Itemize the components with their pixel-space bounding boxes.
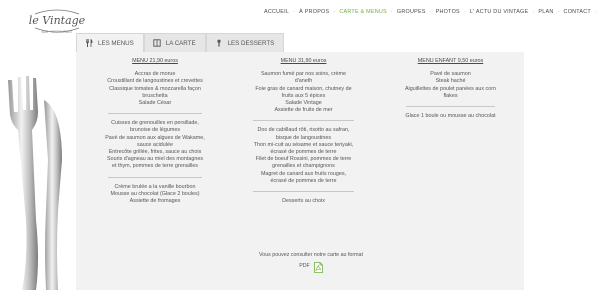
menu-item: sauce acidulée bbox=[137, 141, 173, 148]
nav-separator: · bbox=[390, 9, 393, 15]
menu-item: écrasé de pommes de terre bbox=[270, 177, 337, 184]
tab-les-menus[interactable]: LES MENUS bbox=[76, 33, 144, 52]
menu-item: bisque de langoustines bbox=[275, 134, 332, 141]
menu-item: Thon mi-cuit au sésame et sauce teriyaki… bbox=[253, 141, 354, 148]
menu-divider bbox=[108, 113, 202, 115]
menu-item: Pavé de saumon aux algues de Wakame, bbox=[105, 134, 205, 141]
book-icon bbox=[153, 39, 161, 47]
menu-item: Dos de cabillaud rôti, risotto au safran… bbox=[257, 127, 350, 134]
menu-item: Assiette de fruits de mer bbox=[274, 107, 333, 114]
menu-item: bruschetta bbox=[142, 92, 168, 99]
menu-item: d'aneth bbox=[294, 78, 313, 85]
pdf-note: Vous pouvez consulter notre carte au for… bbox=[256, 252, 366, 273]
menu-title: MENU 21,90 euros bbox=[132, 58, 178, 64]
cutlery-icon bbox=[86, 39, 93, 47]
menu-divider bbox=[108, 176, 202, 178]
pdf-icon[interactable] bbox=[313, 261, 323, 273]
menu-item: flakes bbox=[443, 92, 458, 99]
nav-item-photos[interactable]: PHOTOS bbox=[436, 9, 460, 15]
menu-item: Cuisses de grenouilles en persillade, bbox=[111, 120, 199, 127]
menus-panel: MENU 21,90 euros Accras de morue Croustill… bbox=[76, 52, 524, 290]
menu-item: Magret de canard aux fruits rouges, bbox=[260, 170, 347, 177]
menu-item: fruits aux 5 épices bbox=[281, 92, 326, 99]
menu-item: Salade Vintage bbox=[285, 100, 322, 107]
tab-label: LA CARTE bbox=[165, 39, 196, 47]
menu-column-21-90: MENU 21,90 euros Accras de morue Croustill… bbox=[88, 58, 222, 205]
tab-label: LES MENUS bbox=[98, 39, 134, 47]
menu-column-enfant: MENU ENFANT 9,50 euros Pavé de saumon Stea… bbox=[387, 58, 514, 120]
nav-separator: · bbox=[463, 9, 466, 15]
menu-item: Souris d'agneau au miel des montagnes bbox=[106, 156, 204, 163]
menu-item: Classique tomates & mozzarella façon bbox=[109, 85, 201, 92]
menu-item: brunoise de légumes bbox=[129, 127, 181, 134]
pdf-note-text: Vous pouvez consulter notre carte au for… bbox=[259, 252, 363, 258]
tab-label: LES DESSERTS bbox=[227, 39, 275, 47]
menu-item: Glace 1 boule ou mousse au chocolat bbox=[405, 113, 496, 120]
tab-la-carte[interactable]: LA CARTE bbox=[143, 33, 206, 52]
menu-item: Desserts au choix bbox=[282, 198, 325, 205]
menu-divider bbox=[252, 191, 355, 193]
nav-separator: · bbox=[429, 9, 432, 15]
menu-column-31-90: MENU 31,90 euros Saumon fumé par nos soin… bbox=[231, 58, 376, 205]
menu-divider bbox=[406, 106, 495, 108]
menu-item: Assiette de fromages bbox=[129, 198, 181, 205]
menu-item: Croustillant de langoustines et crevette… bbox=[107, 78, 203, 85]
menu-title: MENU 31,90 euros bbox=[280, 58, 327, 64]
menu-item: Salade César bbox=[138, 100, 172, 107]
menu-item: Aiguillettes de poulet panées aux corn bbox=[404, 85, 497, 92]
menu-item: Mousse au chocolat (Glace 2 boules) bbox=[110, 190, 200, 197]
menu-item: Accras de morue bbox=[134, 71, 176, 78]
cutlery-image bbox=[8, 76, 62, 290]
menu-item: Crème brulée a la vanille bourbon bbox=[114, 183, 196, 190]
nav-separator: · bbox=[333, 9, 336, 15]
menu-item: Foie gras de canard maison, chutney de bbox=[255, 85, 352, 92]
nav-item-accueil[interactable]: ACCUEIL bbox=[264, 9, 289, 15]
nav-item-groupes[interactable]: GROUPES bbox=[397, 9, 426, 15]
menu-item: Steak haché bbox=[435, 78, 466, 85]
menu-item: Filet de boeuf Rossini, pommes de terre bbox=[255, 156, 352, 163]
main-nav: ACCUEIL · À PROPOS · CARTE & MENUS · GROUPES · P… bbox=[264, 9, 600, 15]
pdf-label: PDF bbox=[299, 263, 310, 270]
menu-title: MENU ENFANT 9,50 euros bbox=[417, 58, 484, 64]
nav-separator: · bbox=[532, 9, 535, 15]
nav-item-l-actu-du-vintage[interactable]: L' ACTU DU VINTAGE bbox=[470, 9, 528, 15]
dessert-icon bbox=[216, 39, 221, 47]
menu-item: Pavé de saumon bbox=[430, 71, 471, 78]
menu-tabs: LES MENUS LA CARTE LES DESSERTS bbox=[76, 33, 285, 52]
nav-item-contact[interactable]: CONTACT bbox=[564, 9, 591, 15]
menu-item: grenailles et champignons bbox=[272, 163, 335, 170]
menu-item: et thym, pommes de terre grenailles bbox=[112, 163, 198, 170]
nav-item-plan[interactable]: PLAN bbox=[538, 9, 553, 15]
menu-item: Saumon fumé par nos soins, crème bbox=[260, 71, 347, 78]
menu-item: écrasé de pommes de terre bbox=[270, 149, 337, 156]
nav-separator: · bbox=[594, 9, 597, 15]
logo-text: le Vintage bbox=[29, 14, 86, 27]
tab-les-desserts[interactable]: LES DESSERTS bbox=[205, 33, 285, 52]
nav-item-propos[interactable]: À PROPOS bbox=[299, 9, 329, 15]
nav-separator: · bbox=[293, 9, 296, 15]
menu-item: Entrecôte grillée, frites, sauce au choi… bbox=[108, 149, 202, 156]
nav-separator: · bbox=[557, 9, 560, 15]
menu-divider bbox=[252, 120, 355, 122]
nav-item-carte-menus[interactable]: CARTE & MENUS bbox=[339, 9, 386, 15]
logo-subtitle: BAR · RESTAURANT bbox=[42, 30, 73, 34]
